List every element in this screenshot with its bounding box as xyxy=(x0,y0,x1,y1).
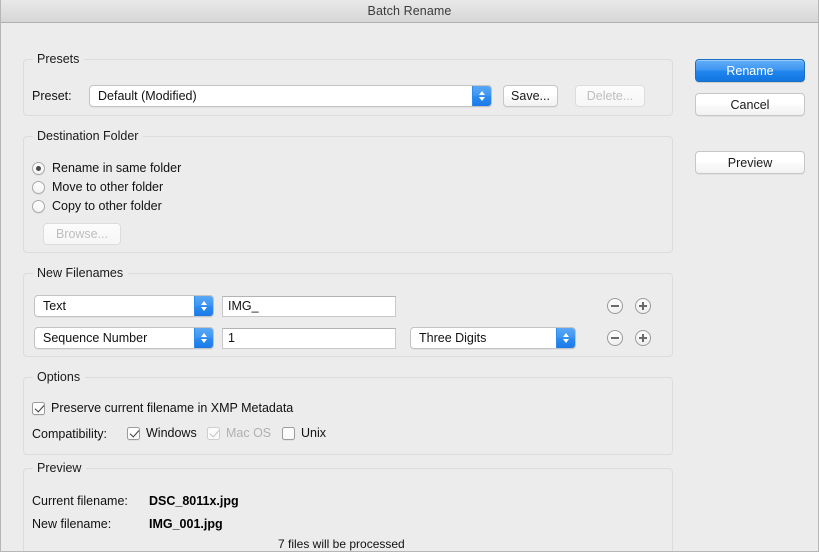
radio-label: Rename in same folder xyxy=(52,161,182,175)
preset-select-value: Default (Modified) xyxy=(98,89,197,103)
filename-part-type-select-2[interactable]: Sequence Number xyxy=(34,327,214,349)
preserve-filename-label: Preserve current filename in XMP Metadat… xyxy=(51,401,294,415)
radio-indicator xyxy=(32,199,45,213)
compatibility-macos-checkbox: Mac OS xyxy=(207,426,271,440)
preview-button-label: Preview xyxy=(727,155,773,170)
new-filename-value: IMG_001.jpg xyxy=(149,517,223,531)
checkbox-indicator xyxy=(32,401,45,415)
chevron-updown-icon xyxy=(194,296,213,316)
radio-label: Copy to other folder xyxy=(52,199,162,213)
save-preset-label: Save... xyxy=(511,89,550,103)
checkbox-indicator xyxy=(127,426,140,440)
rename-button-label: Rename xyxy=(726,63,774,78)
current-filename-label: Current filename: xyxy=(32,494,128,508)
add-row-button-2[interactable] xyxy=(635,330,651,346)
dialog-content: Rename Cancel Preview Presets Preset: De… xyxy=(1,23,818,551)
filename-part-text-value-1: IMG_ xyxy=(228,299,259,313)
batch-rename-dialog: Batch Rename Rename Cancel Preview Prese… xyxy=(0,0,819,552)
filename-part-text-input-1[interactable]: IMG_ xyxy=(222,296,396,317)
remove-row-button-1[interactable] xyxy=(607,298,623,314)
radio-indicator xyxy=(32,180,45,194)
presets-group-label: Presets xyxy=(33,52,85,66)
filename-part-text-input-2[interactable]: 1 xyxy=(222,328,396,349)
radio-copy-to-other-folder[interactable]: Copy to other folder xyxy=(32,199,162,213)
delete-preset-button: Delete... xyxy=(575,85,645,107)
window-title: Batch Rename xyxy=(367,4,452,18)
current-filename-value: DSC_8011x.jpg xyxy=(149,494,239,508)
destination-folder-group-label: Destination Folder xyxy=(33,129,144,143)
radio-rename-in-same-folder[interactable]: Rename in same folder xyxy=(32,161,181,175)
preserve-filename-checkbox[interactable]: Preserve current filename in XMP Metadat… xyxy=(32,401,293,415)
window-titlebar: Batch Rename xyxy=(1,0,818,23)
chevron-updown-icon xyxy=(194,328,213,348)
filename-part-text-value-2: 1 xyxy=(228,331,235,345)
radio-move-to-other-folder[interactable]: Move to other folder xyxy=(32,180,163,194)
filename-part-type-value-2: Sequence Number xyxy=(43,331,148,345)
cancel-button[interactable]: Cancel xyxy=(695,93,805,116)
delete-preset-label: Delete... xyxy=(586,89,634,103)
add-row-button-1[interactable] xyxy=(635,298,651,314)
checkbox-indicator xyxy=(282,426,295,440)
radio-indicator xyxy=(32,161,45,175)
compatibility-windows-checkbox[interactable]: Windows xyxy=(127,426,197,440)
rename-button[interactable]: Rename xyxy=(695,59,805,82)
browse-button: Browse... xyxy=(43,223,121,245)
chevron-updown-icon xyxy=(556,328,575,348)
browse-button-label: Browse... xyxy=(55,227,109,241)
preset-field-label: Preset: xyxy=(32,89,72,103)
compatibility-windows-label: Windows xyxy=(146,426,197,440)
cancel-button-label: Cancel xyxy=(730,97,770,112)
sequence-format-value: Three Digits xyxy=(419,331,487,345)
preset-select[interactable]: Default (Modified) xyxy=(89,85,492,107)
new-filenames-group-label: New Filenames xyxy=(33,266,129,280)
radio-label: Move to other folder xyxy=(52,180,164,194)
compatibility-macos-label: Mac OS xyxy=(226,426,272,440)
chevron-updown-icon xyxy=(472,86,491,106)
compatibility-unix-checkbox[interactable]: Unix xyxy=(282,426,326,440)
preview-status-text: 7 files will be processed xyxy=(278,537,405,551)
preview-button[interactable]: Preview xyxy=(695,151,805,174)
preview-group-label: Preview xyxy=(33,461,87,475)
sequence-format-select[interactable]: Three Digits xyxy=(410,327,576,349)
save-preset-button[interactable]: Save... xyxy=(503,85,558,107)
filename-part-type-value-1: Text xyxy=(43,299,66,313)
compatibility-label: Compatibility: xyxy=(32,427,108,441)
new-filename-label: New filename: xyxy=(32,517,112,531)
options-group-label: Options xyxy=(33,370,86,384)
compatibility-unix-label: Unix xyxy=(301,426,327,440)
remove-row-button-2[interactable] xyxy=(607,330,623,346)
filename-part-type-select-1[interactable]: Text xyxy=(34,295,214,317)
options-group: Options xyxy=(23,370,673,455)
checkbox-indicator xyxy=(207,426,220,440)
